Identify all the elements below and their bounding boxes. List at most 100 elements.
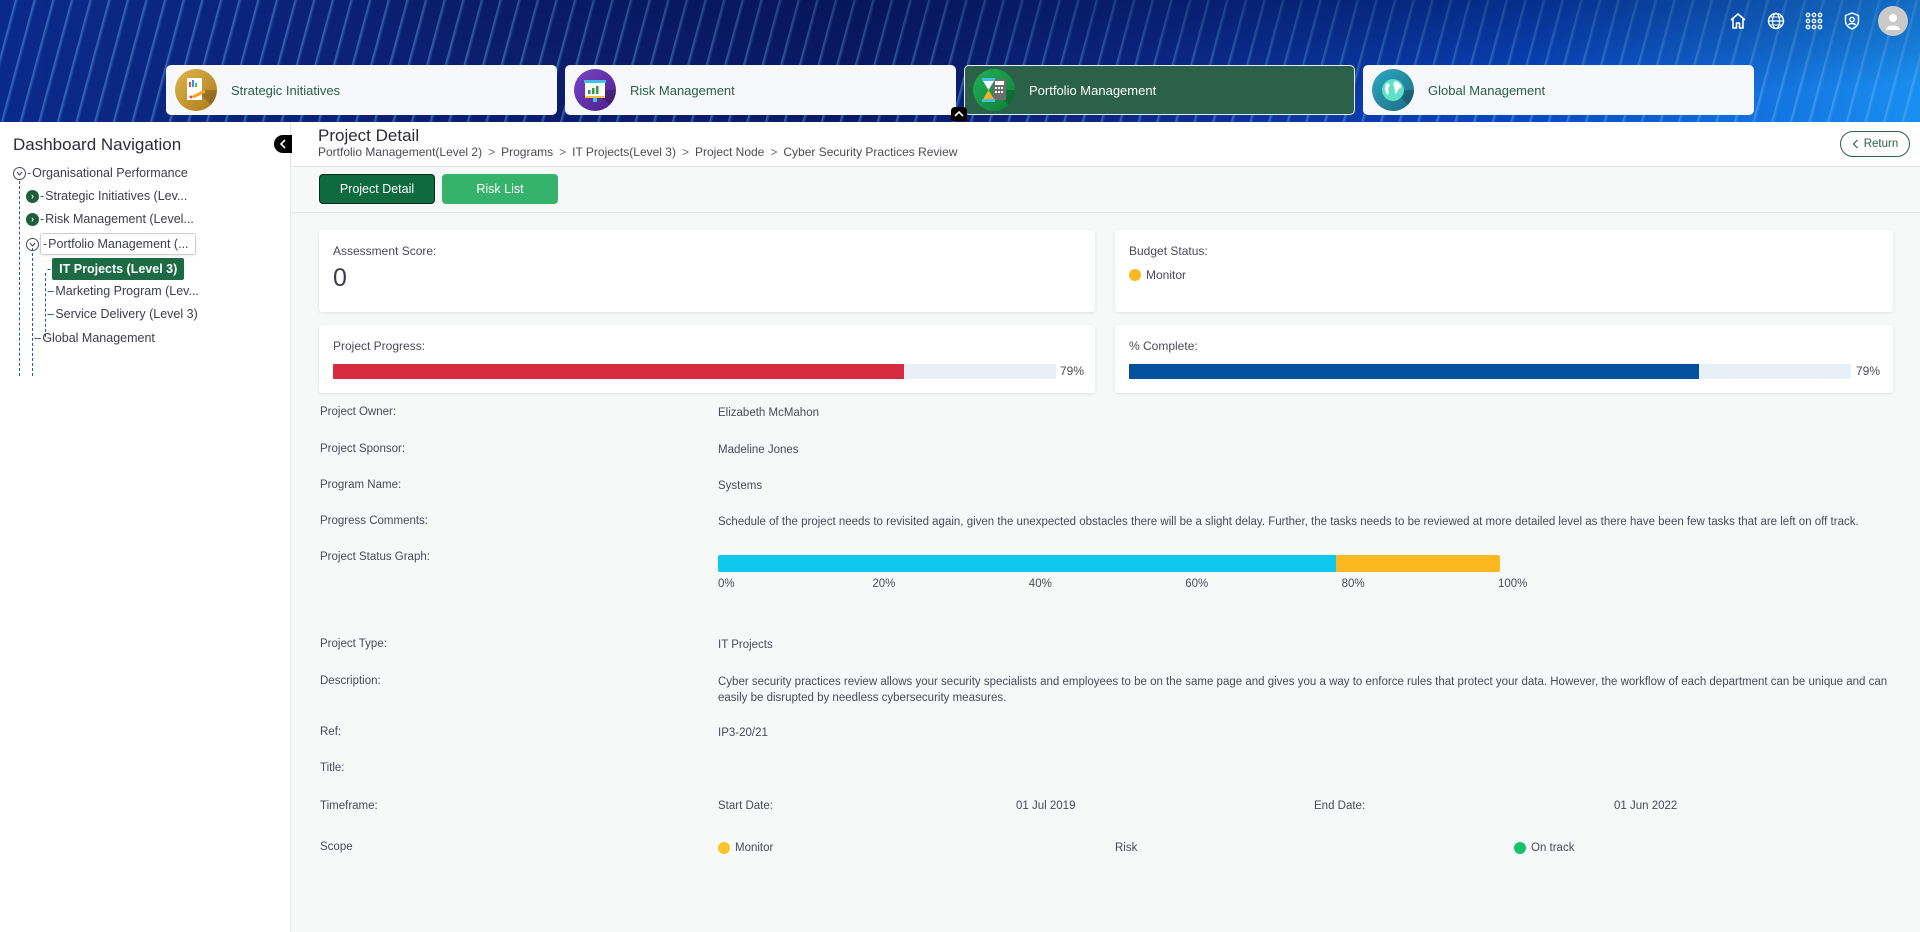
top-toolbar bbox=[1726, 6, 1908, 36]
project-type-value: IT Projects bbox=[718, 639, 773, 651]
tree-node-label-selected: IT Projects (Level 3) bbox=[52, 258, 185, 280]
breadcrumb-item[interactable]: Programs bbox=[501, 145, 553, 159]
apps-grid-icon[interactable] bbox=[1802, 9, 1826, 33]
end-date-label: End Date: bbox=[1314, 800, 1366, 812]
tree-node-service-delivery[interactable]: -- Service Delivery (Level 3) bbox=[46, 307, 198, 321]
tree-node-label: Service Delivery (Level 3) bbox=[55, 307, 198, 321]
breadcrumb-item-current: Cyber Security Practices Review bbox=[783, 145, 958, 159]
shield-user-icon[interactable] bbox=[1840, 9, 1864, 33]
start-date-value: 01 Jul 2019 bbox=[1016, 800, 1076, 812]
breadcrumb-item[interactable]: IT Projects(Level 3) bbox=[572, 145, 676, 159]
scope-status-value: Monitor bbox=[735, 842, 774, 854]
module-tab-global-management[interactable]: Global Management bbox=[1363, 65, 1754, 115]
breadcrumb-item[interactable]: Portfolio Management(Level 2) bbox=[318, 145, 482, 159]
percent-complete-fill bbox=[1129, 364, 1700, 379]
description-label: Description: bbox=[320, 675, 381, 687]
project-sponsor-label: Project Sponsor: bbox=[320, 443, 406, 455]
module-tab-label: Strategic Initiatives bbox=[231, 82, 341, 98]
tree-node-label: Organisational Performance bbox=[32, 166, 188, 180]
tree-node-label: Portfolio Management (... bbox=[48, 237, 189, 251]
collapse-sidebar-button[interactable] bbox=[274, 135, 292, 153]
expand-toggle-icon[interactable] bbox=[26, 237, 39, 251]
status-dot-icon bbox=[718, 842, 730, 854]
tab-risk-list[interactable]: Risk List bbox=[442, 174, 558, 204]
percent-complete-card: % Complete: 79% bbox=[1115, 325, 1893, 393]
tree-node-portfolio-management[interactable]: - Portfolio Management (... bbox=[26, 233, 196, 255]
percent-complete-percent: 79% bbox=[1856, 364, 1881, 378]
end-date-value: 01 Jun 2022 bbox=[1614, 800, 1678, 812]
expand-toggle-icon[interactable] bbox=[13, 166, 26, 180]
collapse-banner-button[interactable] bbox=[951, 107, 967, 121]
sidebar: Dashboard Navigation - Organisational Pe… bbox=[0, 122, 292, 932]
ref-label: Ref: bbox=[320, 726, 342, 738]
tree-node-label: Risk Management (Level... bbox=[45, 212, 194, 226]
assessment-score-label: Assessment Score: bbox=[333, 244, 437, 258]
module-tab-label: Portfolio Management bbox=[1029, 82, 1157, 98]
tree-node-organisational-performance[interactable]: - Organisational Performance bbox=[13, 166, 188, 180]
project-owner-value: Elizabeth McMahon bbox=[718, 407, 819, 419]
timeframe-label: Timeframe: bbox=[320, 800, 378, 812]
presentation-chart-icon bbox=[574, 69, 616, 111]
page-header: Project Detail Portfolio Management(Leve… bbox=[292, 122, 1920, 167]
chevron-left-icon bbox=[1852, 139, 1858, 149]
assessment-score-value: 0 bbox=[333, 264, 347, 292]
status-graph-tick-label: 60% bbox=[1185, 578, 1209, 590]
subtabs-bar: Project Detail Risk List bbox=[292, 167, 1920, 213]
module-tab-strategic-initiatives[interactable]: Strategic Initiatives bbox=[166, 65, 557, 115]
status-graph-tick-label: 100% bbox=[1498, 578, 1528, 590]
risk-label: Risk bbox=[1115, 842, 1138, 854]
status-dot-icon bbox=[1129, 269, 1141, 281]
percent-complete-bar bbox=[1129, 364, 1851, 379]
project-owner-label: Project Owner: bbox=[320, 406, 397, 418]
sidebar-title: Dashboard Navigation bbox=[13, 135, 182, 154]
project-type-label: Project Type: bbox=[320, 638, 387, 650]
status-dot-icon bbox=[1514, 842, 1526, 854]
status-graph-tick-label: 40% bbox=[1028, 578, 1052, 590]
tab-project-detail[interactable]: Project Detail bbox=[319, 174, 435, 204]
tree-node-label: Strategic Initiatives (Lev... bbox=[45, 189, 188, 203]
scope-label: Scope bbox=[320, 841, 353, 853]
return-button[interactable]: Return bbox=[1840, 131, 1910, 157]
breadcrumb: Portfolio Management(Level 2) > Programs… bbox=[318, 145, 958, 159]
collapsed-toggle-icon[interactable]: › bbox=[26, 212, 39, 226]
module-tab-label: Global Management bbox=[1428, 82, 1546, 98]
status-graph-tick-label: 80% bbox=[1341, 578, 1365, 590]
module-tab-label: Risk Management bbox=[630, 82, 735, 98]
project-status-graph bbox=[718, 555, 1500, 572]
page-title: Project Detail bbox=[318, 126, 420, 145]
progress-comments-label: Progress Comments: bbox=[320, 515, 429, 527]
risk-status-value: On track bbox=[1531, 842, 1575, 854]
project-progress-card: Project Progress: 79% bbox=[319, 325, 1095, 393]
status-graph-segment-completed[interactable] bbox=[718, 555, 1336, 572]
budget-status-card: Budget Status: Monitor bbox=[1115, 230, 1893, 312]
project-progress-bar bbox=[333, 364, 1056, 379]
tree-guide-line bbox=[45, 273, 46, 337]
percent-complete-label: % Complete: bbox=[1129, 339, 1198, 353]
program-name-value: Systems bbox=[718, 480, 763, 492]
project-progress-label: Project Progress: bbox=[333, 339, 426, 353]
hourglass-calculator-icon bbox=[973, 69, 1015, 111]
tree-node-strategic-initiatives[interactable]: › - Strategic Initiatives (Lev... bbox=[26, 189, 187, 203]
breadcrumb-item[interactable]: Project Node bbox=[695, 145, 764, 159]
user-avatar-icon[interactable] bbox=[1878, 6, 1908, 36]
chevron-left-icon bbox=[279, 139, 286, 149]
status-graph-tick-label: 0% bbox=[718, 578, 735, 590]
description-value: Cyber security practices review allows y… bbox=[718, 676, 1888, 704]
status-graph-segment-remaining[interactable] bbox=[1335, 555, 1500, 572]
start-date-label: Start Date: bbox=[718, 800, 773, 812]
tree-node-risk-management[interactable]: › - Risk Management (Level... bbox=[26, 212, 194, 226]
globe-icon[interactable] bbox=[1764, 9, 1788, 33]
collapsed-toggle-icon[interactable]: › bbox=[26, 189, 39, 203]
tree-node-global-management[interactable]: -- Global Management bbox=[33, 331, 155, 345]
progress-comments-value: Schedule of the project needs to revisit… bbox=[718, 516, 1859, 528]
globe-earth-icon bbox=[1372, 69, 1414, 111]
tree-node-marketing-program[interactable]: -- Marketing Program (Lev... bbox=[46, 284, 199, 298]
tree-guide-line bbox=[32, 248, 33, 376]
tree-node-label: Global Management bbox=[42, 331, 155, 345]
tree-node-it-projects[interactable]: - IT Projects (Level 3) bbox=[46, 258, 185, 280]
title-label: Title: bbox=[320, 762, 345, 774]
home-icon[interactable] bbox=[1726, 9, 1750, 33]
module-tab-risk-management[interactable]: Risk Management bbox=[565, 65, 956, 115]
module-tab-portfolio-management[interactable]: Portfolio Management bbox=[964, 65, 1355, 115]
project-status-graph-label: Project Status Graph: bbox=[320, 551, 430, 563]
